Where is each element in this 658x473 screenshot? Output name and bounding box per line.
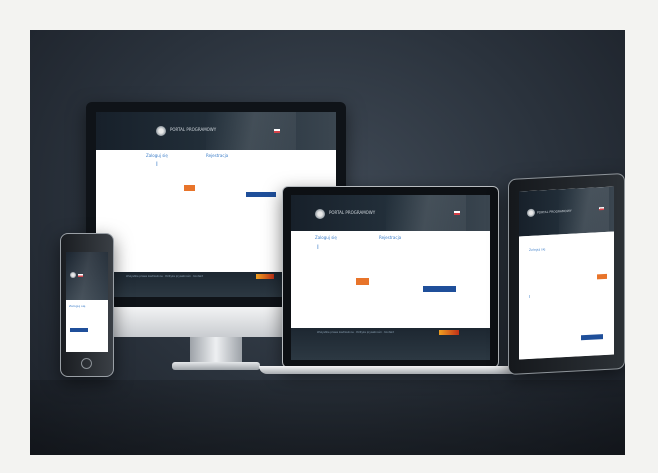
- eagle-emblem-icon: [70, 272, 76, 278]
- site-brand: PORTAL PROGRAMOWY: [537, 208, 572, 215]
- nav-login-link[interactable]: Zaloguj się: [146, 153, 168, 158]
- smartphone: Zaloguj się: [60, 233, 114, 377]
- footer-text: Wszystkie prawa zastrzeżone · Polityka p…: [126, 275, 203, 278]
- blue-button[interactable]: [246, 192, 276, 197]
- blue-button[interactable]: [70, 328, 88, 332]
- footer-badges: [256, 274, 274, 279]
- phone-screen: Zaloguj się: [66, 252, 108, 352]
- nav-login-link[interactable]: Zaloguj się: [69, 304, 85, 308]
- phone-header: [66, 252, 108, 300]
- nav-login-link[interactable]: Zaloguj się: [315, 235, 337, 240]
- eagle-emblem-icon: [527, 208, 535, 218]
- site-brand: PORTAL PROGRAMOWY: [170, 127, 217, 132]
- site-footer: Wszystkie prawa zastrzeżone · Polityka p…: [291, 328, 490, 360]
- laptop: PORTAL PROGRAMOWY Zaloguj się Rejestracj…: [259, 186, 522, 376]
- blue-button[interactable]: [423, 286, 456, 292]
- nav-login-link[interactable]: Zaloguj się: [529, 247, 545, 252]
- orange-button[interactable]: [184, 185, 195, 191]
- orange-button[interactable]: [597, 273, 607, 280]
- laptop-screen: PORTAL PROGRAMOWY Zaloguj się Rejestracj…: [291, 195, 490, 360]
- footer-text: Wszystkie prawa zastrzeżone · Polityka p…: [317, 331, 394, 334]
- phone-content: Zaloguj się: [66, 300, 108, 352]
- site-brand: PORTAL PROGRAMOWY: [329, 210, 376, 215]
- laptop-base: [259, 366, 519, 374]
- site-content: Zaloguj się Rejestracja I: [291, 231, 490, 328]
- nav-register-link[interactable]: Rejestracja: [206, 153, 228, 158]
- site-header: PORTAL PROGRAMOWY: [519, 186, 614, 237]
- site-header: PORTAL PROGRAMOWY: [291, 195, 490, 231]
- monitor-stand: [190, 337, 242, 363]
- text-cursor: I: [529, 293, 531, 299]
- monitor-base: [172, 362, 260, 370]
- eagle-emblem-icon: [156, 126, 166, 136]
- footer-badges: [439, 330, 459, 335]
- floor-reflection: [30, 380, 625, 455]
- polish-flag-icon[interactable]: [454, 211, 460, 215]
- tablet: PORTAL PROGRAMOWY Zaloguj się I: [508, 172, 625, 376]
- nav-register-link[interactable]: Rejestracja: [379, 235, 401, 240]
- laptop-lid: PORTAL PROGRAMOWY Zaloguj się Rejestracj…: [282, 186, 499, 368]
- site-header: PORTAL PROGRAMOWY: [96, 112, 336, 150]
- phone-home-button[interactable]: [81, 358, 92, 369]
- polish-flag-icon[interactable]: [78, 274, 83, 277]
- eagle-emblem-icon: [315, 209, 325, 219]
- orange-button[interactable]: [356, 278, 369, 285]
- polish-flag-icon[interactable]: [599, 207, 604, 211]
- polish-flag-icon[interactable]: [274, 129, 280, 133]
- site-content: Zaloguj się I: [519, 231, 614, 360]
- text-cursor: I: [156, 161, 158, 168]
- text-cursor: I: [317, 244, 319, 251]
- device-mockup-scene: PORTAL PROGRAMOWY Zaloguj się Rejestracj…: [30, 30, 625, 455]
- tablet-screen: PORTAL PROGRAMOWY Zaloguj się I: [519, 186, 614, 360]
- blue-button[interactable]: [581, 334, 603, 341]
